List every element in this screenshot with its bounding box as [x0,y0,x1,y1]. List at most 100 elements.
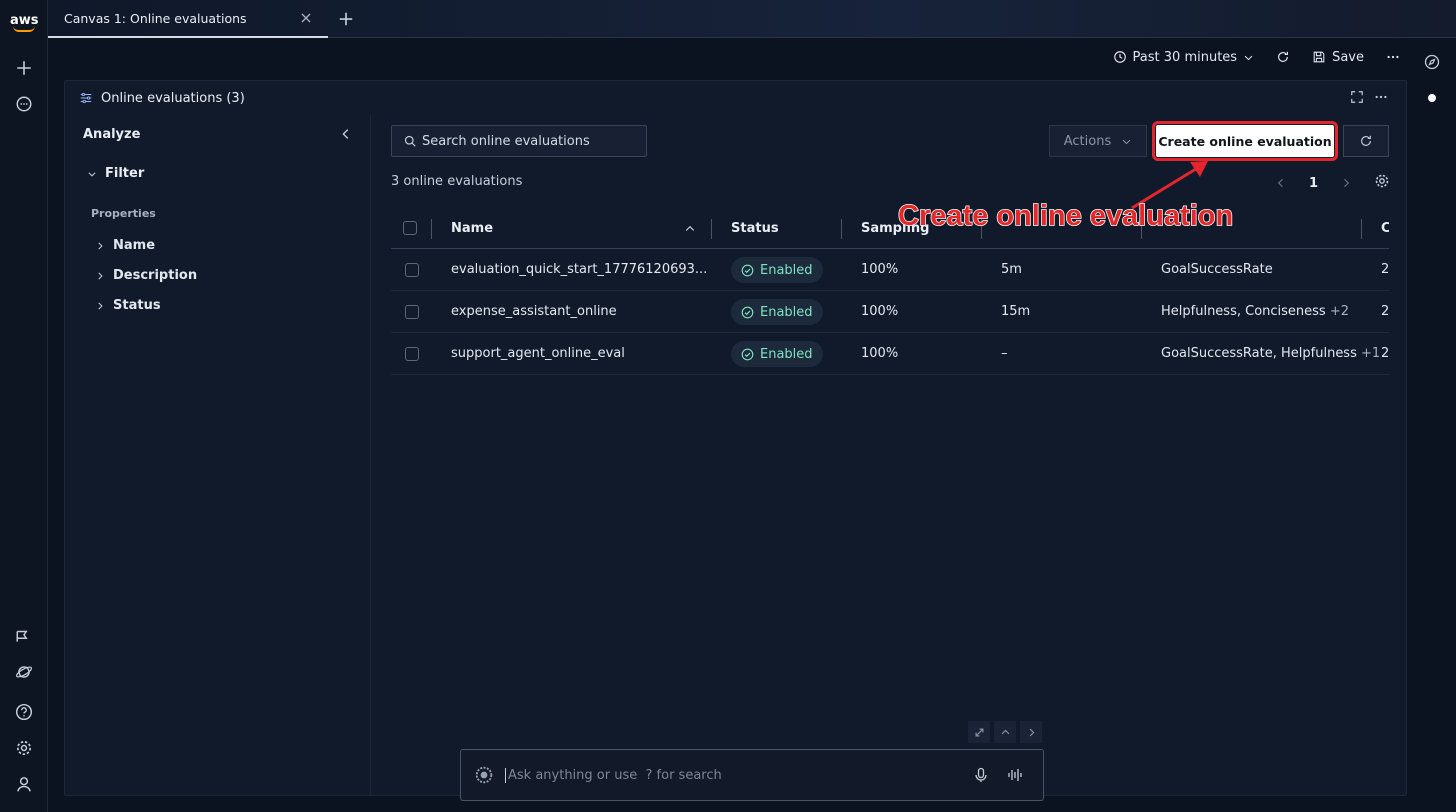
chevron-down-icon [1122,139,1131,144]
cell-sampling: 100% [861,304,899,319]
save-icon [1313,51,1325,63]
row-checkbox[interactable] [405,347,419,361]
property-label: Name [113,238,156,253]
chevron-down-icon [88,171,96,177]
more-icon[interactable] [1386,50,1400,64]
cell-last: 2 [1381,304,1389,319]
search-icon [404,135,416,147]
ask-input[interactable] [505,767,965,783]
refresh-icon [1361,135,1371,146]
cell-sampling: 100% [861,346,899,361]
evaluations-table: Name Status Sampling C evaluation_quick_… [391,209,1389,379]
analyze-sidebar: Analyze Filter Properties Name Descripti… [65,115,371,795]
property-label: Description [113,268,198,283]
header-c[interactable]: C [1381,221,1389,236]
table-refresh-button[interactable] [1343,125,1389,157]
row-checkbox[interactable] [405,263,419,277]
save-button[interactable]: Save [1312,50,1364,65]
refresh-icon[interactable] [1276,50,1290,64]
cell-last: 2 [1381,346,1389,361]
panel-header: Online evaluations (3) [65,81,1406,115]
chevron-down-icon [1244,55,1253,60]
search-input[interactable] [422,133,642,149]
chevron-up-icon [1001,729,1009,734]
search-box [391,125,647,157]
panel-title: Online evaluations (3) [101,90,245,106]
cell-window: – [1001,346,1008,361]
status-badge: Enabled [731,299,823,325]
status-text: Enabled [760,304,813,320]
user-icon[interactable] [14,774,34,794]
expand-icon[interactable] [1350,90,1364,104]
close-icon[interactable] [298,10,314,26]
select-all-checkbox[interactable] [403,221,417,235]
cell-evaluators: GoalSuccessRate [1161,262,1273,277]
left-nav-rail: aws [0,0,48,812]
tab-bar: Canvas 1: Online evaluations [48,0,1456,38]
chevron-right-icon [98,242,103,249]
table-row[interactable]: expense_assistant_online Enabled 100% 15… [391,291,1389,333]
compass-icon[interactable] [1424,54,1440,70]
microphone-icon[interactable] [973,767,989,783]
sort-ascending-icon[interactable] [684,223,696,235]
logo-text: aws [10,13,39,28]
row-checkbox[interactable] [405,305,419,319]
sliders-icon [80,92,92,104]
help-icon[interactable] [14,702,34,722]
status-text: Enabled [760,346,813,362]
cell-name[interactable]: evaluation_quick_start_17776120693... [451,262,707,277]
megaphone-icon[interactable] [14,626,34,646]
clock-icon [1113,51,1126,63]
table-row[interactable]: evaluation_quick_start_17776120693... En… [391,249,1389,291]
property-label: Status [113,298,161,313]
panel-more-icon[interactable] [1374,90,1388,104]
cell-last: 2 [1381,262,1389,277]
check-circle-icon [741,348,754,360]
canvas-toolbar: Past 30 minutes Save [1113,44,1400,70]
time-range-selector[interactable]: Past 30 minutes [1113,50,1255,65]
tab-canvas-1[interactable]: Canvas 1: Online evaluations [48,0,328,38]
check-circle-icon [741,264,754,276]
chevron-up-button[interactable] [994,721,1016,743]
property-status[interactable]: Status [95,298,161,313]
chevron-right-button[interactable] [1020,721,1042,743]
header-status[interactable]: Status [731,221,779,236]
settings-gear-icon[interactable] [14,738,34,758]
result-count: 3 online evaluations [391,174,523,189]
chevron-right-icon[interactable] [1340,177,1352,189]
cell-sampling: 100% [861,262,899,277]
expand-diagonal-icon [975,728,983,736]
status-badge: Enabled [731,257,823,283]
status-badge: Enabled [731,341,823,367]
filter-label: Filter [105,166,145,181]
chat-window-controls [968,721,1042,743]
table-header: Name Status Sampling C [391,209,1389,249]
chat-icon[interactable] [14,94,34,114]
assistant-logo-icon [475,766,493,784]
status-dot-icon [1428,94,1436,102]
aws-logo[interactable]: aws [10,13,39,35]
actions-label: Actions [1063,133,1112,149]
cell-window: 15m [1001,304,1031,319]
chevron-left-icon[interactable] [1275,177,1287,189]
voice-wave-icon[interactable] [1007,767,1023,783]
current-page[interactable]: 1 [1309,176,1318,191]
expand-chat-button[interactable] [968,721,990,743]
filter-toggle[interactable]: Filter [87,166,144,181]
planet-icon[interactable] [14,662,34,682]
chevron-right-icon [98,272,103,279]
plus-icon[interactable] [14,58,34,78]
table-settings[interactable] [1374,173,1390,193]
property-description[interactable]: Description [95,268,197,283]
cell-window: 5m [1001,262,1022,277]
table-row[interactable]: support_agent_online_eval Enabled 100% –… [391,333,1389,375]
collapse-chevron-icon[interactable] [339,127,353,141]
property-name[interactable]: Name [95,238,155,253]
cell-name[interactable]: expense_assistant_online [451,304,617,319]
cell-evaluators: GoalSuccessRate, Helpfulness +1 [1161,346,1381,361]
cell-name[interactable]: support_agent_online_eval [451,346,625,361]
header-name[interactable]: Name [451,221,493,236]
chevron-right-icon [1029,728,1034,736]
add-tab-icon[interactable] [336,9,356,29]
properties-heading: Properties [91,207,156,220]
